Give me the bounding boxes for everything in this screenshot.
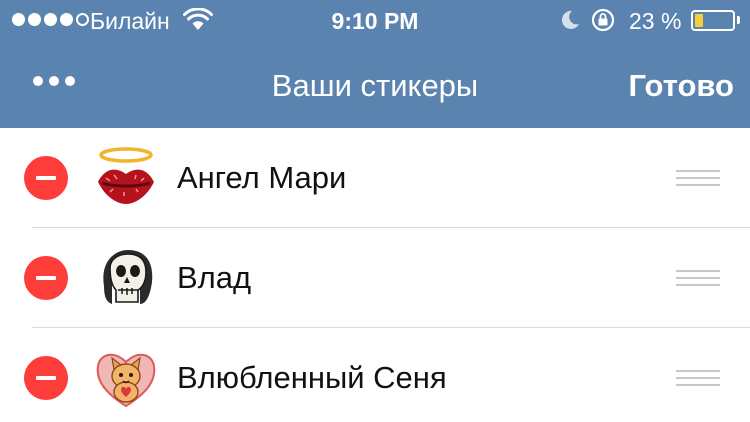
status-bar: Билайн 9:10 PM 23 % — [0, 0, 750, 40]
battery-icon — [691, 10, 735, 31]
list-item: Влад — [0, 228, 750, 328]
sticker-name: Ангел Мари — [177, 160, 347, 195]
sticker-list: Ангел Мари Влад Влюбленный Сеня — [0, 128, 750, 422]
battery-cap — [737, 16, 740, 24]
list-item: Влюбленный Сеня — [0, 328, 750, 422]
do-not-disturb-moon-icon — [561, 10, 579, 29]
top-bar: Билайн 9:10 PM 23 % Ваши стикеры Готово — [0, 0, 750, 128]
delete-button[interactable] — [24, 356, 68, 400]
reorder-handle-icon[interactable] — [676, 370, 720, 391]
skull-vlad-sticker-icon — [103, 250, 153, 304]
battery-level — [695, 14, 703, 27]
reorder-handle-icon[interactable] — [676, 170, 720, 191]
delete-button[interactable] — [24, 256, 68, 300]
battery-percentage: 23 % — [629, 8, 682, 34]
list-item: Ангел Мари — [0, 128, 750, 228]
angel-lips-sticker-icon — [98, 147, 154, 204]
sticker-name: Влад — [177, 260, 252, 295]
done-button[interactable]: Готово — [629, 68, 735, 104]
rotation-lock-icon — [591, 8, 615, 32]
heart-cat-sticker-icon — [96, 353, 156, 408]
reorder-handle-icon[interactable] — [676, 270, 720, 291]
delete-button[interactable] — [24, 156, 68, 200]
sticker-name: Влюбленный Сеня — [177, 360, 447, 395]
